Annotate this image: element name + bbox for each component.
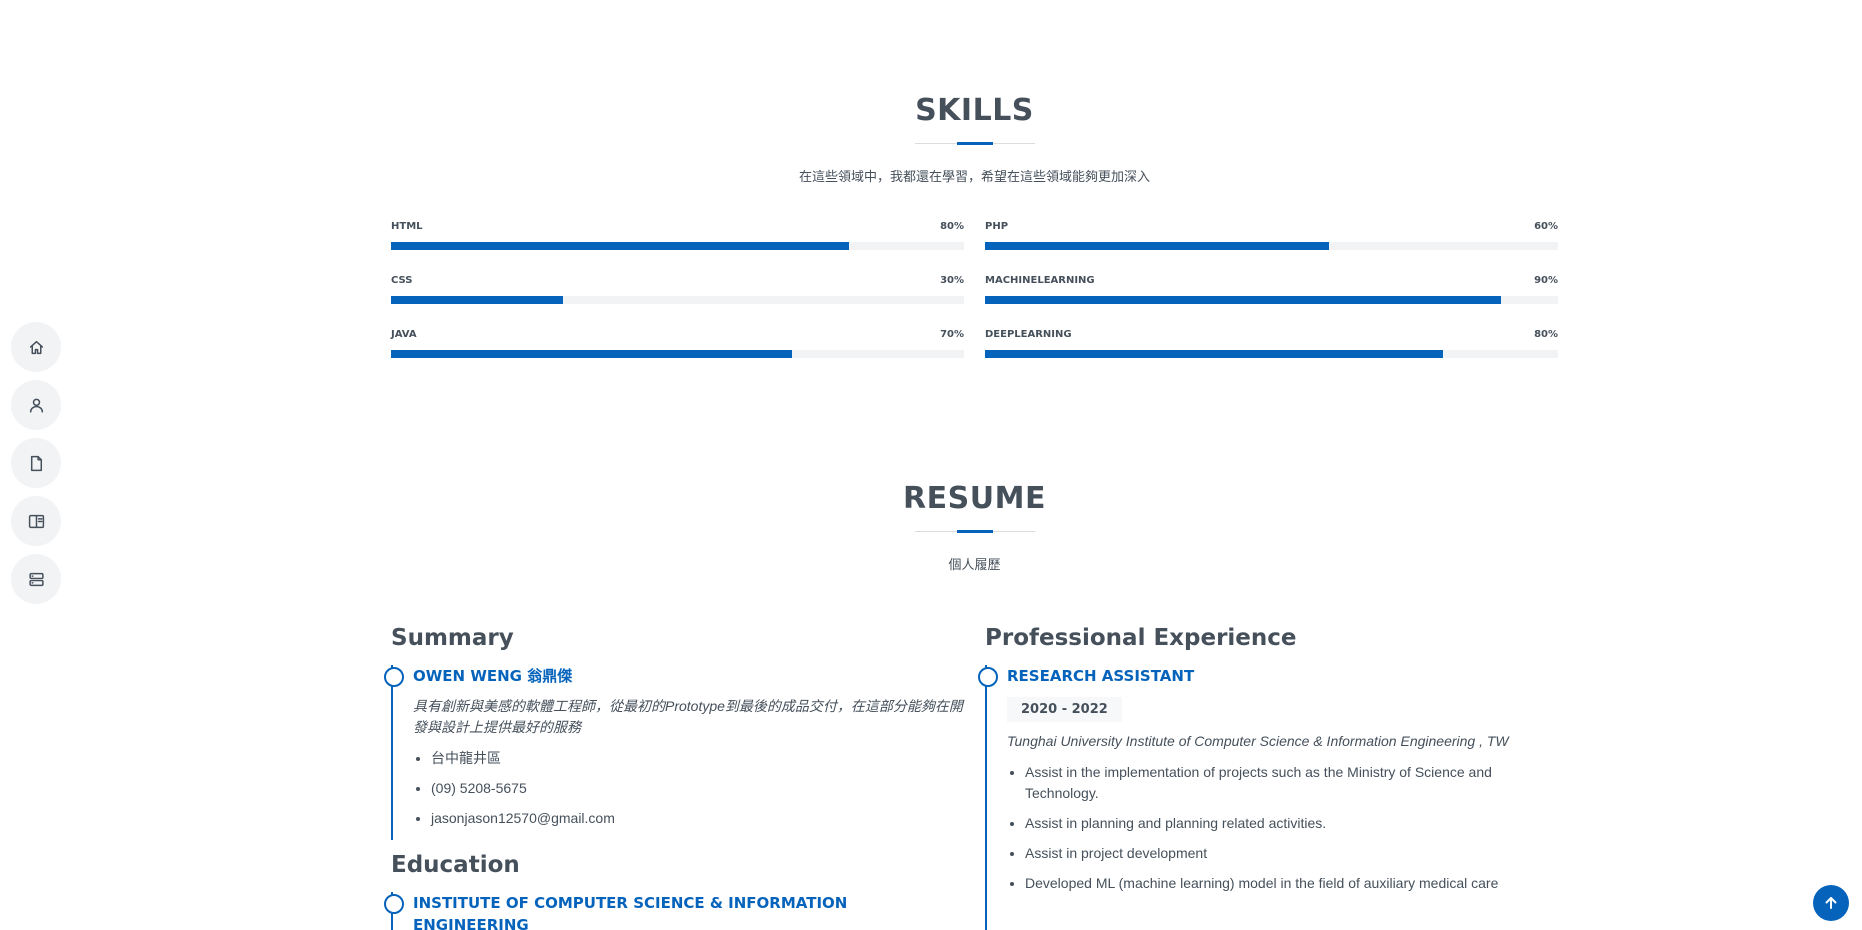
skill-name: MACHINELEARNING xyxy=(985,275,1095,286)
skill-name: JAVA xyxy=(391,329,417,340)
nav-about-button[interactable] xyxy=(11,380,61,430)
skill-progress-fill xyxy=(391,296,563,304)
experience-role: RESEARCH ASSISTANT xyxy=(1007,667,1195,685)
skill-item: PHP 60% xyxy=(985,221,1558,275)
skill-progress-fill xyxy=(985,242,1329,250)
duty-item: Assist in the implementation of projects… xyxy=(1025,762,1558,804)
skill-name: DEEPLEARNING xyxy=(985,329,1072,340)
skills-header: SKILLS 在這些領域中，我都還在學習，希望在這些領域能夠更加深入 xyxy=(391,93,1558,185)
duty-item: Developed ML (machine learning) model in… xyxy=(1025,873,1558,894)
skills-title: SKILLS xyxy=(915,93,1034,128)
resume-subtitle: 個人履歷 xyxy=(948,558,1001,573)
resume-grid: Summary OWEN WENG 翁鼎傑 具有創新與美感的軟體工程師，從最初的… xyxy=(384,625,1558,930)
skills-section: SKILLS 在這些領域中，我都還在學習，希望在這些領域能夠更加深入 HTML 8… xyxy=(391,93,1558,383)
skill-progress-bar xyxy=(391,350,964,358)
book-icon xyxy=(28,514,44,528)
experience-item: RESEARCH ASSISTANT 2020 - 2022 Tunghai U… xyxy=(978,665,1558,930)
experience-duties: Assist in the implementation of projects… xyxy=(1007,762,1558,894)
experience-years: 2020 - 2022 xyxy=(1007,697,1122,722)
email-text: jasonjason12570@gmail.com xyxy=(431,808,964,829)
resume-title: RESUME xyxy=(903,481,1046,516)
summary-description: 具有創新與美感的軟體工程師，從最初的Prototype到最後的成品交付，在這部分… xyxy=(413,698,963,735)
summary-details: 台中龍井區 (09) 5208-5675 jasonjason12570@gma… xyxy=(413,748,964,829)
education-heading: Education xyxy=(391,852,520,878)
skill-item: CSS 30% xyxy=(391,275,964,329)
skill-percent: 80% xyxy=(1534,329,1558,340)
skills-left-column: HTML 80% CSS 30% JAVA 70% xyxy=(391,221,964,383)
skill-progress-bar xyxy=(391,242,964,250)
title-divider xyxy=(914,530,1035,533)
summary-name: OWEN WENG 翁鼎傑 xyxy=(413,667,573,685)
skill-percent: 80% xyxy=(940,221,964,232)
file-icon xyxy=(30,455,42,471)
home-icon xyxy=(29,340,43,354)
summary-item: OWEN WENG 翁鼎傑 具有創新與美感的軟體工程師，從最初的Prototyp… xyxy=(384,665,964,840)
side-nav xyxy=(11,322,61,604)
nav-home-button[interactable] xyxy=(11,322,61,372)
skill-name: CSS xyxy=(391,275,413,286)
duty-item: Assist in planning and planning related … xyxy=(1025,813,1558,834)
resume-header: RESUME 個人履歷 xyxy=(391,481,1558,573)
resume-left-column: Summary OWEN WENG 翁鼎傑 具有創新與美感的軟體工程師，從最初的… xyxy=(384,625,964,930)
resume-section: RESUME 個人履歷 Summary OWEN WENG 翁鼎傑 具有創新與美… xyxy=(384,481,1558,930)
skill-item: MACHINELEARNING 90% xyxy=(985,275,1558,329)
skill-progress-fill xyxy=(391,350,793,358)
nav-portfolio-button[interactable] xyxy=(11,496,61,546)
skill-item: HTML 80% xyxy=(391,221,964,275)
resume-right-column: Professional Experience RESEARCH ASSISTA… xyxy=(978,625,1558,930)
arrow-up-icon xyxy=(1825,897,1837,909)
address-text: 台中龍井區 xyxy=(431,748,964,769)
nav-services-button[interactable] xyxy=(11,554,61,604)
experience-heading: Professional Experience xyxy=(985,625,1297,651)
skill-percent: 90% xyxy=(1534,275,1558,286)
person-icon xyxy=(29,398,43,413)
title-divider xyxy=(914,142,1035,145)
skill-progress-bar xyxy=(985,350,1558,358)
skill-progress-bar xyxy=(985,296,1558,304)
skill-name: HTML xyxy=(391,221,423,232)
skill-progress-fill xyxy=(985,296,1501,304)
skill-item: DEEPLEARNING 80% xyxy=(985,329,1558,383)
skill-progress-bar xyxy=(985,242,1558,250)
education-school: INSTITUTE OF COMPUTER SCIENCE & INFORMAT… xyxy=(413,894,848,930)
skill-name: PHP xyxy=(985,221,1009,232)
nav-resume-button[interactable] xyxy=(11,438,61,488)
skill-progress-fill xyxy=(391,242,850,250)
skill-progress-fill xyxy=(985,350,1444,358)
experience-org: Tunghai University Institute of Computer… xyxy=(1007,733,1509,749)
skill-item: JAVA 70% xyxy=(391,329,964,383)
skill-percent: 60% xyxy=(1534,221,1558,232)
server-icon xyxy=(28,572,44,586)
phone-text: (09) 5208-5675 xyxy=(431,778,964,799)
skill-percent: 70% xyxy=(940,329,964,340)
summary-heading: Summary xyxy=(391,625,514,651)
back-to-top-button[interactable] xyxy=(1813,885,1849,921)
skills-right-column: PHP 60% MACHINELEARNING 90% DEEPLEARNING 80… xyxy=(985,221,1558,383)
skills-grid: HTML 80% CSS 30% JAVA 70% PHP 60% MACHINELEA… xyxy=(391,221,1558,383)
education-item: INSTITUTE OF COMPUTER SCIENCE & INFORMAT… xyxy=(384,892,964,930)
duty-item: Assist in project development xyxy=(1025,843,1558,864)
skills-subtitle: 在這些領域中，我都還在學習，希望在這些領域能夠更加深入 xyxy=(798,170,1150,185)
skill-progress-bar xyxy=(391,296,964,304)
skill-percent: 30% xyxy=(940,275,964,286)
